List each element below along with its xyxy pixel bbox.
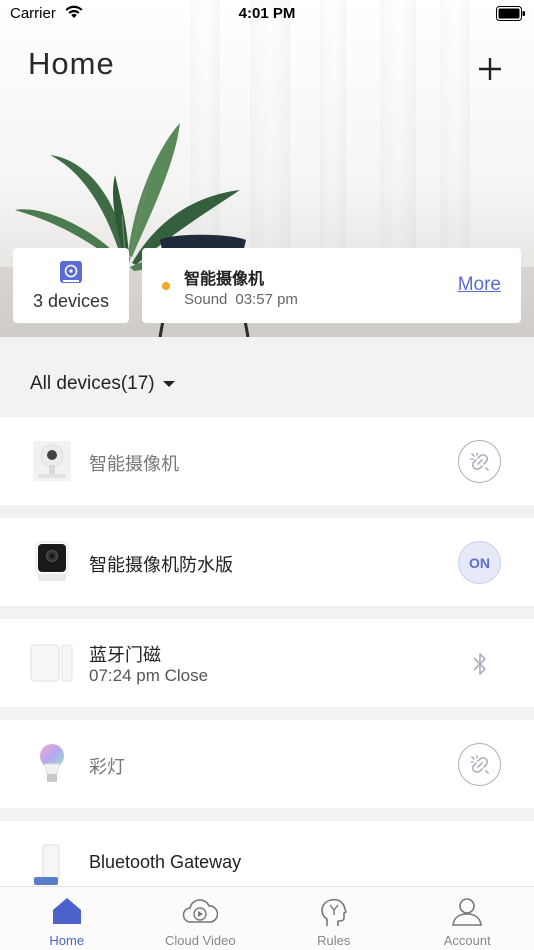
device-name: 智能摄像机防水版 xyxy=(89,555,233,575)
tab-label: Cloud Video xyxy=(164,933,236,948)
waterproof-camera-thumbnail xyxy=(35,541,69,581)
add-device-button[interactable] xyxy=(476,55,504,83)
power-toggle-button[interactable]: ON xyxy=(458,541,501,584)
tab-account[interactable]: Account xyxy=(401,887,534,950)
device-name: 彩灯 xyxy=(89,757,125,777)
tab-bar: Home Cloud Video Rules Account xyxy=(0,886,534,950)
all-devices-dropdown[interactable]: All devices(17) xyxy=(30,373,175,395)
camera-device-icon xyxy=(60,261,82,283)
page-title: Home xyxy=(28,46,115,81)
event-indicator-dot xyxy=(162,282,170,290)
device-row[interactable]: 蓝牙门磁 07:24 pm Close xyxy=(0,619,534,707)
device-row[interactable]: 智能摄像机防水版 ON xyxy=(0,518,534,606)
filter-bar: All devices(17) xyxy=(0,337,534,417)
filter-label: All devices(17) xyxy=(30,373,155,394)
caret-down-icon xyxy=(162,380,175,387)
event-device-name: 智能摄像机 xyxy=(184,271,265,288)
cloud-video-icon xyxy=(182,899,219,923)
clock: 4:01 PM xyxy=(238,5,296,22)
bluetooth-status xyxy=(458,642,501,685)
tab-rules[interactable]: Rules xyxy=(267,887,401,950)
event-detail: Sound 03:57 pm xyxy=(184,291,298,308)
unlink-icon xyxy=(469,754,489,774)
device-row[interactable]: 彩灯 xyxy=(0,720,534,808)
plus-icon xyxy=(479,58,501,80)
bluetooth-gateway-thumbnail xyxy=(34,844,60,885)
tab-cloud-video[interactable]: Cloud Video xyxy=(134,887,268,950)
unlink-button[interactable] xyxy=(458,743,501,786)
device-name: Bluetooth Gateway xyxy=(89,852,242,872)
account-icon xyxy=(452,898,483,926)
unlink-button[interactable] xyxy=(458,440,501,483)
device-status: 07:24 pm Close xyxy=(89,666,209,685)
home-icon xyxy=(52,898,81,924)
status-bar: Carrier 4:01 PM xyxy=(0,0,534,28)
event-type: Sound xyxy=(184,291,228,308)
rules-icon xyxy=(321,898,347,926)
tab-home[interactable]: Home xyxy=(0,887,134,950)
device-name: 蓝牙门磁 xyxy=(89,645,161,665)
smart-camera-thumbnail xyxy=(33,441,71,481)
on-label: ON xyxy=(458,541,501,584)
tab-label: Home xyxy=(49,933,85,948)
color-bulb-thumbnail xyxy=(40,744,64,782)
battery-icon xyxy=(496,6,525,21)
devices-count: 3 devices xyxy=(32,291,110,311)
more-link[interactable]: More xyxy=(458,274,501,296)
device-name: 智能摄像机 xyxy=(89,454,179,474)
tab-label: Account xyxy=(443,933,491,948)
latest-event-card[interactable]: 智能摄像机 Sound 03:57 pm More xyxy=(142,248,521,323)
devices-summary-card[interactable]: 3 devices xyxy=(13,248,129,323)
hero-banner: Carrier 4:01 PM Home 3 devices 智能摄像机 Sou… xyxy=(0,0,534,337)
device-row[interactable]: 智能摄像机 xyxy=(0,417,534,505)
bluetooth-icon xyxy=(472,652,486,675)
door-sensor-thumbnail xyxy=(30,644,73,682)
tab-label: Rules xyxy=(317,933,351,948)
event-time: 03:57 pm xyxy=(235,291,298,308)
unlink-icon xyxy=(469,451,489,471)
